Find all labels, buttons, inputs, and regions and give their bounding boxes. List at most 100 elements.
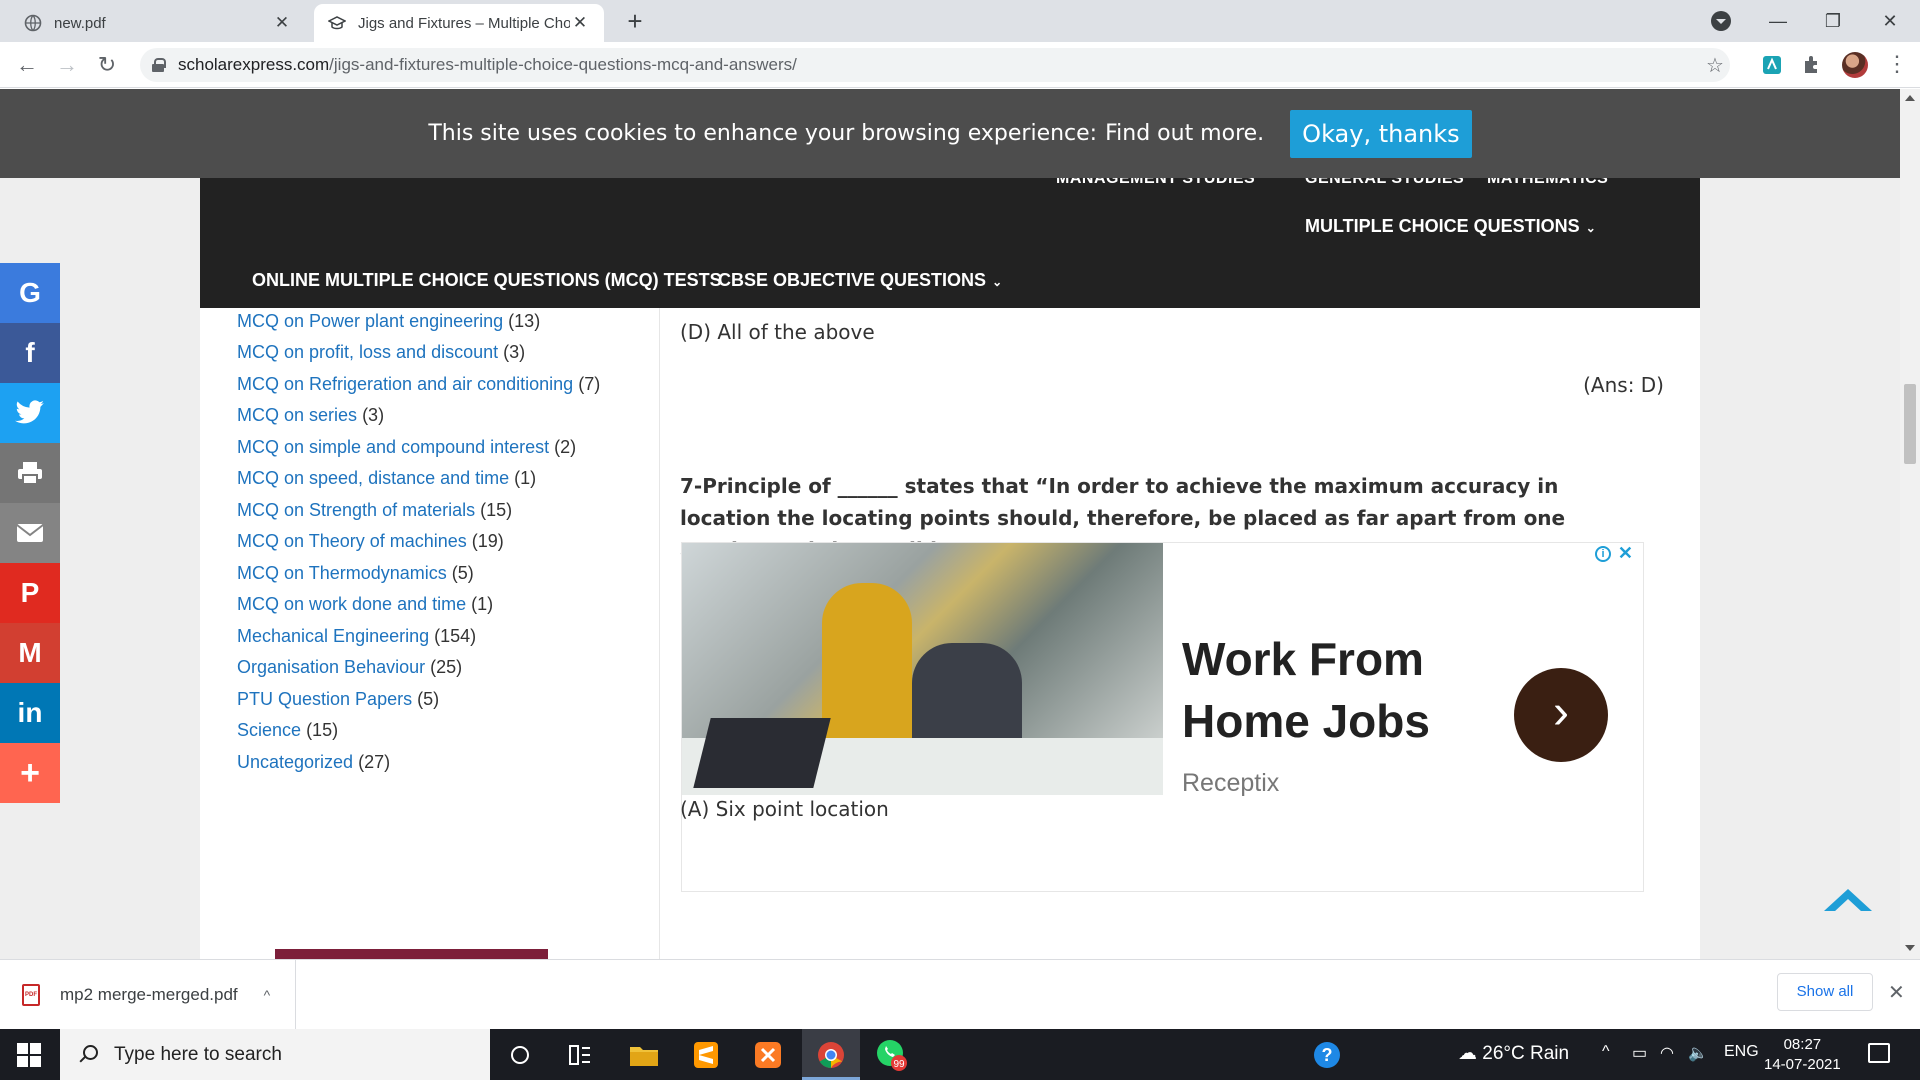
ad-info-icon[interactable]: i [1595, 546, 1611, 562]
category-link[interactable]: Uncategorized [237, 752, 353, 772]
category-link[interactable]: Organisation Behaviour [237, 657, 425, 677]
ad-title-line: Home Jobs [1182, 695, 1430, 747]
page-viewport: This site uses cookies to enhance your b… [0, 89, 1920, 959]
nav-item-multiple-choice-questions[interactable]: MULTIPLE CHOICE QUESTIONS ⌄ [1305, 216, 1596, 237]
restore-icon[interactable]: ❐ [1818, 6, 1848, 36]
category-link[interactable]: MCQ on Thermodynamics [237, 563, 447, 583]
close-icon[interactable]: ✕ [570, 13, 590, 33]
tab-new-pdf[interactable]: new.pdf ✕ [10, 4, 306, 42]
extension-icon[interactable] [1761, 54, 1783, 76]
category-link[interactable]: MCQ on work done and time [237, 594, 466, 614]
category-count: (27) [358, 752, 391, 772]
kebab-menu-icon[interactable]: ⋮ [1886, 52, 1908, 76]
bookmark-star-icon[interactable]: ☆ [1706, 53, 1724, 78]
scroll-up-arrow-icon[interactable] [1905, 95, 1915, 101]
sublime-text-icon[interactable] [689, 1038, 723, 1072]
pinterest-icon[interactable]: P [0, 563, 60, 623]
profile-avatar[interactable] [1842, 52, 1868, 78]
ad-image[interactable] [682, 543, 1163, 795]
print-icon[interactable] [0, 443, 60, 503]
category-count: (5) [451, 563, 474, 583]
category-link[interactable]: MCQ on profit, loss and discount [237, 342, 498, 362]
gmail-icon[interactable]: M [0, 623, 60, 683]
tab-title: Jigs and Fixtures – Multiple Choice Ques… [358, 14, 570, 32]
advertisement[interactable]: Work From Home Jobs Receptix › i ✕ [681, 542, 1644, 892]
nav-item-online-mcq-tests[interactable]: ONLINE MULTIPLE CHOICE QUESTIONS (MCQ) T… [252, 270, 722, 291]
find-out-more-link[interactable]: Find out more. [1105, 121, 1264, 146]
back-arrow-icon[interactable]: ← [12, 50, 42, 80]
category-link[interactable]: MCQ on Strength of materials [237, 500, 475, 520]
category-link[interactable]: MCQ on speed, distance and time [237, 468, 509, 488]
page-scrollbar[interactable] [1900, 89, 1920, 959]
chevron-up-icon[interactable]: ^ [264, 987, 271, 1003]
category-link[interactable]: MCQ on Power plant engineering [237, 311, 503, 331]
okay-thanks-button[interactable]: Okay, thanks [1290, 109, 1472, 158]
category-link[interactable]: Mechanical Engineering [237, 626, 429, 646]
list-item: Uncategorized (27) [237, 752, 390, 773]
answer-label: (Ans: D) [1583, 373, 1664, 397]
file-explorer-icon[interactable] [627, 1038, 661, 1072]
category-link[interactable]: MCQ on simple and compound interest [237, 437, 549, 457]
new-tab-button[interactable]: + [622, 8, 648, 34]
category-link[interactable]: MCQ on series [237, 405, 357, 425]
google-icon[interactable]: G [0, 263, 60, 323]
facebook-icon[interactable]: f [0, 323, 60, 383]
show-all-button[interactable]: Show all [1777, 973, 1873, 1011]
category-count: (2) [554, 437, 577, 457]
notification-icon[interactable] [1868, 1043, 1890, 1063]
category-count: (15) [480, 500, 513, 520]
whatsapp-icon[interactable]: 99 [875, 1038, 909, 1072]
scroll-to-top-icon[interactable] [1824, 889, 1872, 912]
category-link[interactable]: MCQ on Refrigeration and air conditionin… [237, 374, 573, 394]
browser-tab-bar: new.pdf ✕ Jigs and Fixtures – Multiple C… [0, 0, 1920, 42]
volume-icon[interactable]: 🔈 [1688, 1043, 1708, 1063]
taskbar-search-box[interactable]: Type here to search [60, 1029, 490, 1080]
wifi-icon[interactable]: ◠ [1660, 1043, 1674, 1063]
twitter-icon[interactable] [0, 383, 60, 443]
category-link[interactable]: PTU Question Papers [237, 689, 412, 709]
more-icon[interactable]: + [0, 743, 60, 803]
tab-search-icon[interactable] [1711, 11, 1731, 31]
chevron-right-icon[interactable]: › [1514, 668, 1608, 762]
reload-icon[interactable]: ↻ [92, 50, 122, 80]
category-count: (3) [362, 405, 385, 425]
url-path: /jigs-and-fixtures-multiple-choice-quest… [329, 55, 797, 74]
minimize-icon[interactable]: — [1763, 6, 1793, 36]
ad-close-icon[interactable]: ✕ [1618, 543, 1633, 564]
cortana-icon[interactable] [503, 1038, 537, 1072]
download-item[interactable]: PDF mp2 merge-merged.pdf ^ [22, 960, 296, 1030]
ad-title-line: Work From [1182, 633, 1424, 685]
category-link[interactable]: MCQ on Theory of machines [237, 531, 467, 551]
weather-widget[interactable]: ☁ 26°C Rain [1458, 1042, 1569, 1065]
svg-text:?: ? [1322, 1045, 1333, 1065]
forward-arrow-icon[interactable]: → [52, 50, 82, 80]
scrollbar-thumb[interactable] [1904, 384, 1916, 464]
task-view-icon[interactable] [563, 1038, 597, 1072]
clock[interactable]: 08:27 14-07-2021 [1764, 1035, 1841, 1075]
close-icon[interactable]: ✕ [272, 13, 292, 33]
tab-jigs-and-fixtures[interactable]: Jigs and Fixtures – Multiple Choice Ques… [314, 4, 604, 42]
list-item: Science (15) [237, 720, 338, 741]
xampp-icon[interactable] [751, 1038, 785, 1072]
battery-icon[interactable]: ▭ [1632, 1043, 1647, 1063]
chrome-icon[interactable] [814, 1038, 848, 1072]
window-close-icon[interactable]: ✕ [1875, 6, 1905, 36]
address-bar[interactable]: scholarexpress.com/jigs-and-fixtures-mul… [140, 48, 1730, 82]
linkedin-icon[interactable]: in [0, 683, 60, 743]
puzzle-extensions-icon[interactable] [1801, 54, 1823, 76]
email-icon[interactable] [0, 503, 60, 563]
graduation-cap-icon [328, 14, 346, 32]
weather-text: 26°C Rain [1482, 1043, 1570, 1064]
close-icon[interactable]: ✕ [1888, 980, 1905, 1005]
windows-start-icon[interactable] [17, 1043, 41, 1067]
scroll-down-arrow-icon[interactable] [1905, 945, 1915, 951]
sidebar-ad[interactable] [275, 949, 548, 959]
language-indicator[interactable]: ENG [1724, 1043, 1759, 1061]
chevron-up-icon[interactable]: ^ [1602, 1043, 1610, 1061]
nav-item-cbse-objective-questions[interactable]: CBSE OBJECTIVE QUESTIONS ⌄ [718, 270, 1002, 291]
category-count: (19) [471, 531, 504, 551]
ad-title[interactable]: Work From Home Jobs [1182, 628, 1430, 752]
category-link[interactable]: Science [237, 720, 301, 740]
help-icon[interactable]: ? [1310, 1038, 1344, 1072]
category-count: (1) [471, 594, 494, 614]
